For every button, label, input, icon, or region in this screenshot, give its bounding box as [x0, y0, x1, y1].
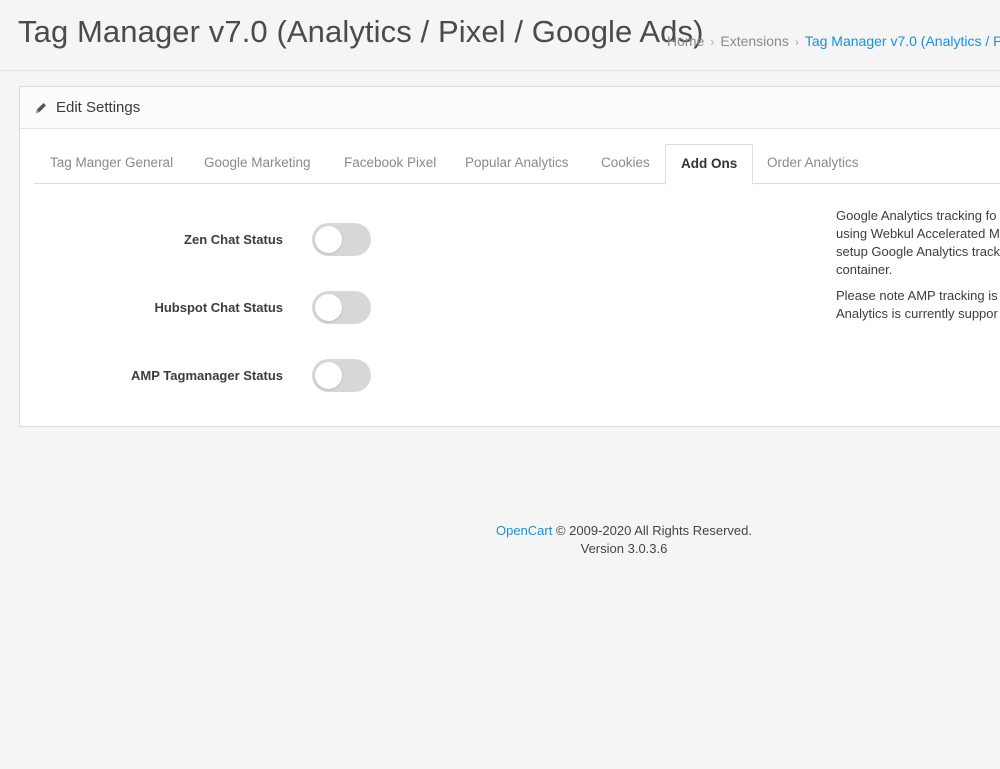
help-line: Please note AMP tracking is	[836, 288, 998, 303]
help-text: Google Analytics tracking fo using Webku…	[836, 207, 1000, 331]
tab-add-ons[interactable]: Add Ons	[665, 144, 754, 185]
settings-panel: Edit Settings Tag Manger General Google …	[19, 86, 1000, 427]
help-line: using Webkul Accelerated M	[836, 226, 1000, 241]
tab-cookies[interactable]: Cookies	[601, 144, 650, 184]
hubspot-chat-status-label: Hubspot Chat Status	[154, 300, 283, 315]
footer: OpenCart © 2009-2020 All Rights Reserved…	[0, 522, 1000, 558]
breadcrumb-current[interactable]: Tag Manager v7.0 (Analytics / Pixel / Go…	[805, 33, 1000, 49]
amp-tagmanager-status-toggle[interactable]	[312, 359, 371, 392]
breadcrumb-separator-icon: ›	[710, 35, 715, 49]
page-title: Tag Manager v7.0 (Analytics / Pixel / Go…	[18, 14, 704, 49]
breadcrumb: Home › Extensions › Tag Manager v7.0 (Analyt…	[667, 33, 1000, 49]
toggle-knob	[315, 294, 342, 321]
zen-chat-row: Zen Chat Status	[20, 222, 420, 258]
breadcrumb-home[interactable]: Home	[667, 33, 704, 49]
tab-order-analytics[interactable]: Order Analytics	[767, 144, 859, 184]
toggle-knob	[315, 226, 342, 253]
footer-version: Version 3.0.3.6	[580, 541, 668, 556]
footer-copyright-line: OpenCart © 2009-2020 All Rights Reserved…	[0, 522, 1000, 540]
tab-bar: Tag Manger General Google Marketing Face…	[34, 144, 1000, 185]
help-line: Analytics is currently suppor	[836, 306, 998, 321]
hubspot-chat-status-toggle[interactable]	[312, 291, 371, 324]
page-header: Tag Manager v7.0 (Analytics / Pixel / Go…	[0, 0, 1000, 71]
opencart-link[interactable]: OpenCart	[496, 523, 552, 538]
help-paragraph-1: Google Analytics tracking fo using Webku…	[836, 207, 1000, 279]
tab-google-marketing[interactable]: Google Marketing	[204, 144, 311, 184]
toggle-knob	[315, 362, 342, 389]
tab-tag-manager-general[interactable]: Tag Manger General	[50, 144, 173, 184]
hubspot-chat-row: Hubspot Chat Status	[20, 290, 420, 326]
tab-facebook-pixel[interactable]: Facebook Pixel	[344, 144, 436, 184]
panel-heading: Edit Settings	[20, 87, 1000, 129]
help-paragraph-2: Please note AMP tracking is Analytics is…	[836, 287, 1000, 323]
help-line: container.	[836, 262, 893, 277]
breadcrumb-extensions[interactable]: Extensions	[720, 33, 788, 49]
tab-popular-analytics[interactable]: Popular Analytics	[465, 144, 569, 184]
help-line: Google Analytics tracking fo	[836, 208, 997, 223]
footer-copyright: © 2009-2020 All Rights Reserved.	[552, 523, 752, 538]
amp-tagmanager-status-label: AMP Tagmanager Status	[131, 368, 283, 383]
zen-chat-status-toggle[interactable]	[312, 223, 371, 256]
zen-chat-status-label: Zen Chat Status	[184, 232, 283, 247]
help-line: setup Google Analytics track	[836, 244, 1000, 259]
amp-tagmanager-row: AMP Tagmanager Status	[20, 358, 420, 394]
pencil-icon	[34, 101, 48, 115]
breadcrumb-separator-icon: ›	[794, 35, 799, 49]
panel-heading-title: Edit Settings	[56, 99, 141, 116]
